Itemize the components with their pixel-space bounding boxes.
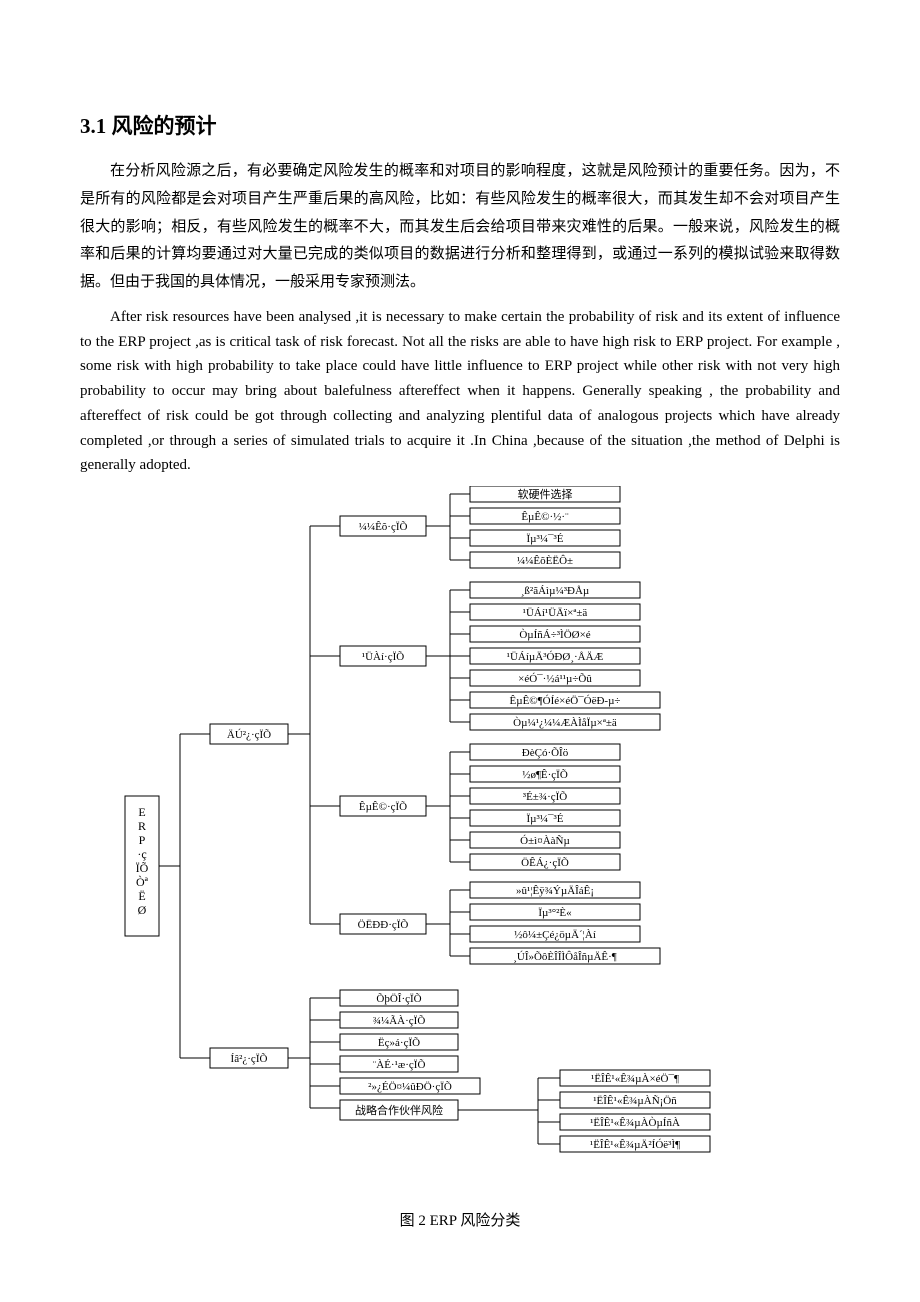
leaf-mgmt-3: ¹ÜÁíµÄ³ÓÐØ¸·ÅÄÆ: [450, 648, 640, 664]
leaf-mgmt-4: ×éÓ¯·½á¹¹µ÷Õû: [450, 670, 640, 686]
leaf-mgmt-5: ÊµÊ©¶ÓÍé×éÖ¯ÓëÐ-µ÷: [450, 692, 660, 708]
leaf-ext-2: Ëç»á·çÏÕ: [310, 1034, 458, 1050]
svg-text:E: E: [138, 805, 145, 819]
leaf-mgmt-6: Òµ¼¹¿¼¼ÆÀÌåÏµ×ª±ä: [450, 714, 660, 730]
svg-text:P: P: [139, 833, 146, 847]
leaf-mgmt-0: ¸ß²ãÁìµ¼³ÐÅµ: [450, 582, 640, 598]
leaf-tech-3: ¼¼ÊõÈËÔ±: [450, 552, 620, 568]
svg-text:Ëç»á·çÏÕ: Ëç»á·çÏÕ: [378, 1037, 420, 1049]
svg-text:³É±¾·çÏÕ: ³É±¾·çÏÕ: [523, 791, 568, 803]
svg-text:·ç: ·ç: [137, 847, 146, 861]
svg-text:ÊµÊ©·çÏÕ: ÊµÊ©·çÏÕ: [359, 801, 407, 813]
l2-run: ÖËÐÐ·çÏÕ: [340, 914, 426, 934]
leaf-impl-2: ³É±¾·çÏÕ: [450, 788, 620, 804]
svg-text:×éÓ¯·½á¹¹µ÷Õû: ×éÓ¯·½á¹¹µ÷Õû: [518, 673, 592, 685]
diagram-container: E R P ·ç ÏÕ Òª Ë Ø ÄÚ²¿·çÏÕ Íâ²¿·çÏÕ ¼¼Ê…: [80, 486, 840, 1181]
leaf-impl-5: ÖÊÁ¿·çÏÕ: [450, 854, 620, 870]
svg-text:ÒµÍñÁ÷³ÌÖØ×é: ÒµÍñÁ÷³ÌÖØ×é: [519, 629, 590, 641]
leaf-mgmt-1: ¹ÜÁí¹ÜÄï×ª±ä: [450, 604, 640, 620]
root-node: E R P ·ç ÏÕ Òª Ë Ø: [125, 796, 159, 936]
leaf-ext-1: ¾­¼ÃÀ·çÏÕ: [310, 1012, 458, 1028]
leaf-partner-0: ¹ËÎÊ¹«Ê¾µÀ×éÖ¯¶: [538, 1070, 710, 1086]
leaf-run-0: »û¹¦Êÿ¾ÝµÄÎáÊ¡: [450, 882, 640, 898]
leaf-run-1: Ïµ³°²È«: [450, 904, 640, 920]
svg-text:½ô¼±Çé¿öµÄ´¦Àí: ½ô¼±Çé¿öµÄ´¦Àí: [514, 929, 596, 941]
section-heading: 3.1 风险的预计: [80, 110, 840, 140]
leaf-impl-4: Ó±ì¤ÀàÑµ: [450, 832, 620, 848]
svg-text:¹ËÎÊ¹«Ê¾µÄ²ÍÓë³Ì¶: ¹ËÎÊ¹«Ê¾µÄ²ÍÓë³Ì¶: [590, 1139, 680, 1151]
leaf-ext-4: ²»¿ÉÖ¤¼ûÐÖ·çÏÕ: [310, 1078, 480, 1094]
leaf-partner-1: ¹ËÎÊ¹«Ê¾µÀÑ¡Öñ: [538, 1092, 710, 1108]
svg-text:Ïµ³¼¯³É: Ïµ³¼¯³É: [526, 813, 563, 825]
l2-impl: ÊµÊ©·çÏÕ: [340, 796, 426, 816]
svg-text:ÕþÖÎ·çÏÕ: ÕþÖÎ·çÏÕ: [376, 993, 421, 1005]
svg-text:Ø: Ø: [138, 903, 147, 917]
svg-text:¨ÀÉ·¹æ·çÏÕ: ¨ÀÉ·¹æ·çÏÕ: [373, 1059, 426, 1071]
leaf-impl-3: Ïµ³¼¯³É: [450, 810, 620, 826]
l2-mgmt: ¹ÜÀí·çÏÕ: [340, 646, 426, 666]
l1-node-external: Íâ²¿·çÏÕ: [210, 1048, 288, 1068]
figure-caption: 图 2 ERP 风险分类: [80, 1209, 840, 1230]
svg-text:ÖËÐÐ·çÏÕ: ÖËÐÐ·çÏÕ: [358, 919, 409, 931]
svg-text:战略合作伙伴风险: 战略合作伙伴风险: [355, 1103, 443, 1117]
svg-text:Ïµ³°²È«: Ïµ³°²È«: [538, 907, 572, 919]
svg-text:ÖÊÁ¿·çÏÕ: ÖÊÁ¿·çÏÕ: [521, 857, 569, 869]
svg-text:¹ÜÁí¹ÜÄï×ª±ä: ¹ÜÁí¹ÜÄï×ª±ä: [523, 607, 588, 619]
svg-text:Òª: Òª: [136, 875, 149, 889]
l2-tech: ¼¼Êõ·çÏÕ: [340, 516, 426, 536]
svg-text:ÊµÊ©·½·¨: ÊµÊ©·½·¨: [521, 511, 569, 523]
leaf-mgmt-2: ÒµÍñÁ÷³ÌÖØ×é: [450, 626, 640, 642]
svg-text:¼¼ÊõÈËÔ±: ¼¼ÊõÈËÔ±: [517, 555, 573, 567]
hierarchy-diagram: E R P ·ç ÏÕ Òª Ë Ø ÄÚ²¿·çÏÕ Íâ²¿·çÏÕ ¼¼Ê…: [120, 486, 840, 1176]
paragraph-english: After risk resources have been analysed …: [80, 305, 840, 478]
svg-text:»û¹¦Êÿ¾ÝµÄÎáÊ¡: »û¹¦Êÿ¾ÝµÄÎáÊ¡: [516, 885, 594, 897]
svg-text:¹ËÎÊ¹«Ê¾µÀ×éÖ¯¶: ¹ËÎÊ¹«Ê¾µÀ×éÖ¯¶: [591, 1073, 679, 1085]
svg-text:¸ÚÎ»ÕôÈÎÎÌÔåÎñµÄÊ·¶: ¸ÚÎ»ÕôÈÎÎÌÔåÎñµÄÊ·¶: [513, 951, 617, 963]
leaf-partner-3: ¹ËÎÊ¹«Ê¾µÄ²ÍÓë³Ì¶: [538, 1136, 710, 1152]
svg-text:ÐèÇó·ÕÎö: ÐèÇó·ÕÎö: [522, 747, 569, 759]
svg-text:ÊµÊ©¶ÓÍé×éÖ¯ÓëÐ-µ÷: ÊµÊ©¶ÓÍé×éÖ¯ÓëÐ-µ÷: [510, 695, 621, 707]
leaf-tech-0: 软硬件选择: [450, 486, 620, 502]
leaf-ext-3: ¨ÀÉ·¹æ·çÏÕ: [310, 1056, 458, 1072]
svg-text:软硬件选择: 软硬件选择: [518, 487, 573, 501]
svg-text:¹ÜÁíµÄ³ÓÐØ¸·ÅÄÆ: ¹ÜÁíµÄ³ÓÐØ¸·ÅÄÆ: [507, 651, 604, 663]
svg-text:¾­¼ÃÀ·çÏÕ: ¾­¼ÃÀ·çÏÕ: [373, 1015, 426, 1027]
svg-text:Òµ¼¹¿¼¼ÆÀÌåÏµ×ª±ä: Òµ¼¹¿¼¼ÆÀÌåÏµ×ª±ä: [513, 717, 617, 729]
leaf-ext-0: ÕþÖÎ·çÏÕ: [310, 990, 458, 1006]
svg-text:¹ÜÀí·çÏÕ: ¹ÜÀí·çÏÕ: [362, 651, 404, 663]
l2-partner: 战略合作伙伴风险: [310, 1100, 458, 1120]
svg-text:ÏÕ: ÏÕ: [136, 861, 149, 875]
leaf-run-2: ½ô¼±Çé¿öµÄ´¦Àí: [450, 926, 640, 942]
paragraph-chinese: 在分析风险源之后，有必要确定风险发生的概率和对项目的影响程度，这就是风险预计的重…: [80, 158, 840, 297]
svg-text:Ïµ³¼¯³É: Ïµ³¼¯³É: [526, 533, 563, 545]
svg-text:Ó±ì¤ÀàÑµ: Ó±ì¤ÀàÑµ: [520, 835, 570, 847]
svg-text:¹ËÎÊ¹«Ê¾µÀÒµÍñÀ: ¹ËÎÊ¹«Ê¾µÀÒµÍñÀ: [590, 1117, 680, 1129]
svg-text:R: R: [138, 819, 146, 833]
leaf-impl-0: ÐèÇó·ÕÎö: [450, 744, 620, 760]
svg-text:½ø¶Ê·çÏÕ: ½ø¶Ê·çÏÕ: [522, 769, 568, 781]
svg-text:¸ß²ãÁìµ¼³ÐÅµ: ¸ß²ãÁìµ¼³ÐÅµ: [521, 585, 589, 597]
leaf-impl-1: ½ø¶Ê·çÏÕ: [450, 766, 620, 782]
leaf-partner-2: ¹ËÎÊ¹«Ê¾µÀÒµÍñÀ: [538, 1114, 710, 1130]
svg-text:Ë: Ë: [138, 889, 145, 903]
leaf-run-3: ¸ÚÎ»ÕôÈÎÎÌÔåÎñµÄÊ·¶: [450, 948, 660, 964]
leaf-tech-2: Ïµ³¼¯³É: [450, 530, 620, 546]
leaf-tech-1: ÊµÊ©·½·¨: [450, 508, 620, 524]
svg-text:²»¿ÉÖ¤¼ûÐÖ·çÏÕ: ²»¿ÉÖ¤¼ûÐÖ·çÏÕ: [368, 1081, 452, 1093]
svg-text:¹ËÎÊ¹«Ê¾µÀÑ¡Öñ: ¹ËÎÊ¹«Ê¾µÀÑ¡Öñ: [593, 1095, 677, 1107]
l1-node-internal: ÄÚ²¿·çÏÕ: [210, 724, 288, 744]
svg-text:Íâ²¿·çÏÕ: Íâ²¿·çÏÕ: [231, 1053, 268, 1065]
svg-text:¼¼Êõ·çÏÕ: ¼¼Êõ·çÏÕ: [359, 521, 408, 533]
svg-text:ÄÚ²¿·çÏÕ: ÄÚ²¿·çÏÕ: [227, 729, 271, 741]
